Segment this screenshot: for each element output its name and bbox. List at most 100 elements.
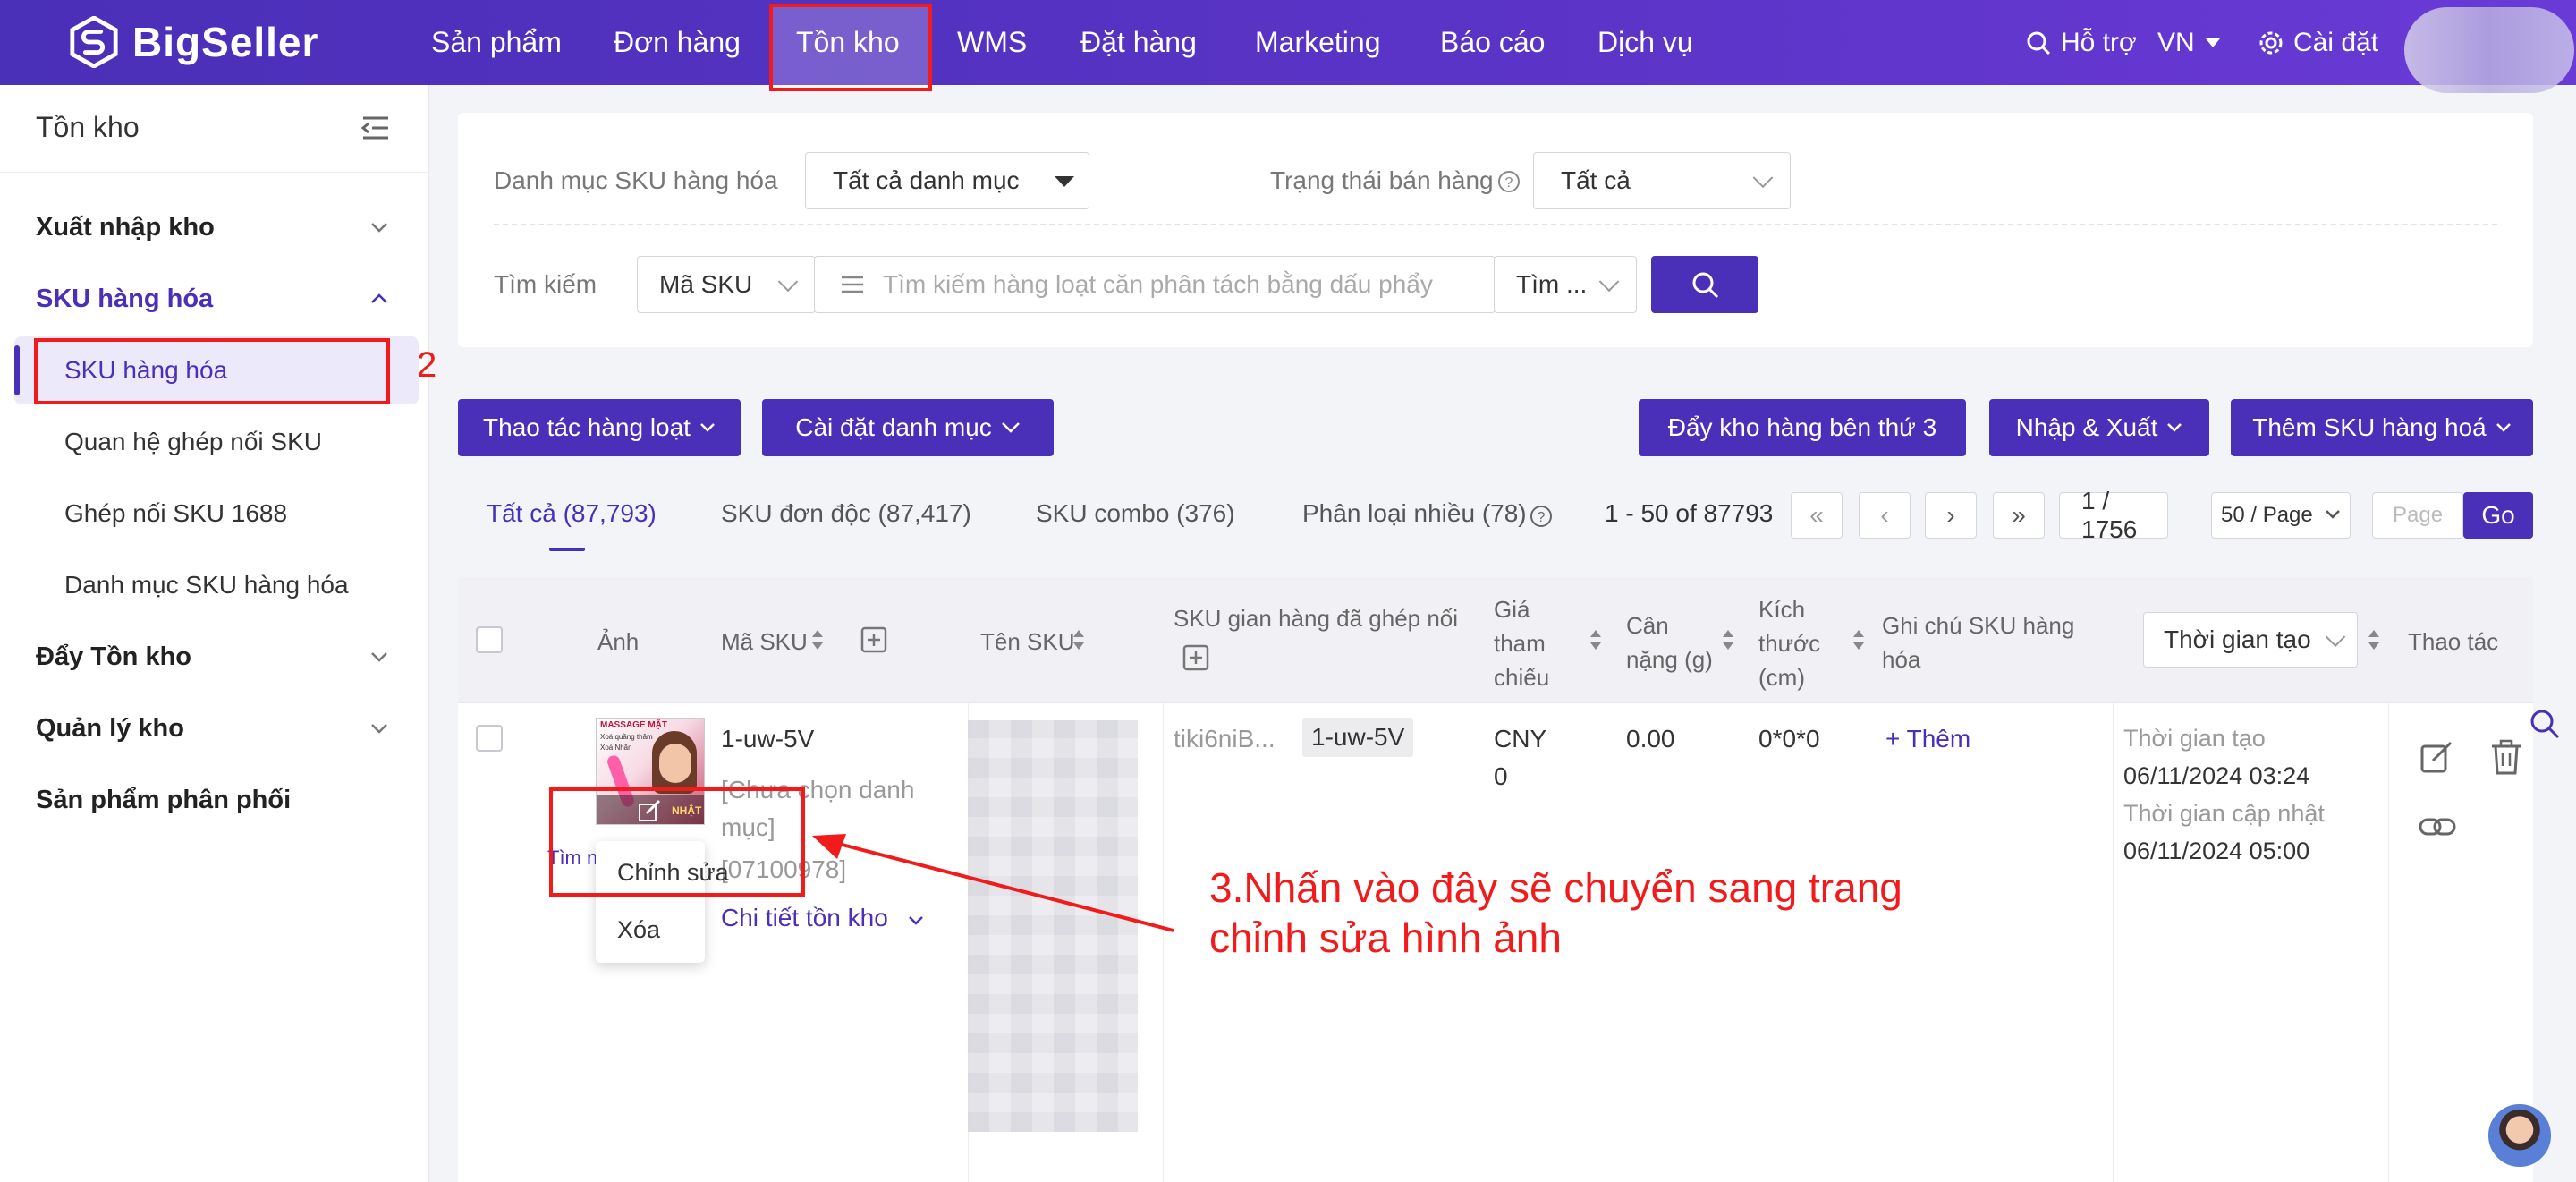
help-icon[interactable]: ? [1530,505,1553,528]
sidebar-group-san-pham-phan-phoi[interactable]: Sản phẩm phân phối [36,786,291,815]
add-sku-button[interactable]: Thêm SKU hàng hoá [2231,399,2533,456]
delete-icon[interactable] [2490,739,2522,775]
tab-multi-variant[interactable]: Phân loại nhiều (78) [1302,499,1527,528]
menu-collapse-icon[interactable] [360,115,392,141]
th-store-sku: SKU gian hàng đã ghép nối [1174,605,1459,632]
menu-item-delete[interactable]: Xóa [617,916,660,944]
plus-box-icon[interactable] [1182,644,1209,671]
search-input-placeholder: Tìm kiếm hàng loạt căn phân tách bằng dấ… [883,270,1433,298]
th-size[interactable]: Kích thước (cm) [1758,592,1820,694]
size-value: 0*0*0 [1758,725,1820,753]
edit-icon[interactable] [2419,739,2454,775]
settings-gear-icon [2259,31,2283,54]
pager-next-button[interactable]: › [1925,492,1977,539]
select-all-checkbox[interactable] [476,626,503,653]
link-icon[interactable] [2419,811,2456,843]
sort-icon[interactable] [1072,626,1086,653]
pager-prev-button[interactable]: ‹ [1859,492,1911,539]
sort-icon[interactable] [810,626,825,653]
add-note-link[interactable]: + Thêm [1885,725,1970,753]
th-weight[interactable]: Cân nặng (g) [1626,608,1713,676]
category-filter-label: Danh mục SKU hàng hóa [494,166,778,194]
chevron-down-icon [2325,626,2346,648]
sidebar-group-quan-ly-kho[interactable]: Quản lý kho [36,714,184,744]
sidebar-title: Tồn kho [36,111,140,143]
support-avatar-icon[interactable] [2488,1104,2551,1167]
page-jump-input[interactable]: Page [2372,492,2463,539]
sidebar-item-danh-muc-sku[interactable]: Danh mục SKU hàng hóa [64,571,349,600]
search-icon [2027,31,2051,55]
nav-wms[interactable]: WMS [957,0,1027,85]
category-select[interactable]: Tất cả danh mục [805,152,1089,209]
pager-range: 1 - 50 of 87793 [1605,499,1774,527]
user-account-blurred[interactable] [2404,7,2574,93]
pager-last-button[interactable]: » [1993,492,2045,539]
support-link[interactable]: Hỗ trợ [2025,0,2137,85]
add-sku-label: Thêm SKU hàng hoá [2252,413,2487,441]
language-select[interactable]: VN [2157,0,2222,85]
tab-combo-sku[interactable]: SKU combo (376) [1036,499,1235,528]
th-size-l2: thước [1758,630,1821,657]
list-icon [842,276,863,293]
search-mode-select[interactable]: Tìm ... [1494,256,1637,313]
updated-time: 06/11/2024 05:00 [2123,838,2310,864]
import-export-button[interactable]: Nhập & Xuất [1989,399,2209,456]
nav-dat-hang[interactable]: Đặt hàng [1080,0,1197,85]
logo[interactable]: BigSeller [68,14,318,70]
search-button[interactable] [1651,256,1758,313]
status-select[interactable]: Tất cả [1533,152,1791,209]
pager-first-button[interactable]: « [1791,492,1843,539]
time-column-select[interactable]: Thời gian tạo [2143,612,2358,668]
plus-box-icon[interactable] [860,626,887,653]
chevron-down-icon [1752,167,1774,189]
filter-divider [494,224,2497,225]
chevron-down-icon [1001,422,1020,433]
image-text-line2: Xoá quầng thâm [600,733,653,741]
bulk-actions-label: Thao tác hàng loạt [483,413,691,441]
row-checkbox[interactable] [476,725,503,752]
th-sku-code[interactable]: Mã SKU [721,628,808,656]
sort-icon[interactable] [1721,626,1735,653]
tab-single-sku[interactable]: SKU đơn độc (87,417) [721,499,971,528]
nav-san-pham[interactable]: Sản phẩm [431,0,562,85]
chevron-down-icon [1598,271,1620,293]
created-label: Thời gian tạo [2123,725,2266,752]
tab-all[interactable]: Tất cả (87,793) [487,499,657,528]
nav-dich-vu[interactable]: Dịch vụ [1597,0,1693,85]
sort-icon[interactable] [1852,626,1866,653]
col-divider [2388,702,2389,1182]
search-icon[interactable] [2528,707,2563,743]
caret-down-icon [1055,176,1074,187]
page-go-button[interactable]: Go [2463,492,2533,539]
settings-link[interactable]: Cài đặt [2258,0,2378,85]
sidebar-group-xuat-nhap-kho[interactable]: Xuất nhập kho [36,213,215,242]
nav-bao-cao[interactable]: Báo cáo [1440,0,1545,85]
sort-icon[interactable] [2367,626,2381,653]
search-field-select[interactable]: Mã SKU [637,256,816,313]
nav-marketing[interactable]: Marketing [1255,0,1381,85]
category-settings-button[interactable]: Cài đặt danh mục [762,399,1054,456]
pager-page-text: 1 / 1756 [2081,487,2138,543]
th-ref-price-l1: Giá [1494,596,1530,623]
logo-text: BigSeller [132,19,319,65]
search-input[interactable]: Tìm kiếm hàng loạt căn phân tách bằng dấ… [814,256,1496,313]
th-ref-price-l3: chiếu [1494,664,1550,691]
push-3pl-button[interactable]: Đẩy kho hàng bên thứ 3 [1639,399,1966,456]
category-select-value: Tất cả danh mục [833,166,1020,194]
sidebar-group-sku-hang-hoa[interactable]: SKU hàng hóa [36,285,213,314]
chevron-down-icon [2326,510,2340,519]
annotation-text-3-line1: 3.Nhấn vào đây sẽ chuyển sang trang [1209,864,1902,911]
sku-code[interactable]: 1-uw-5V [721,725,814,753]
page-size-select[interactable]: 50 / Page [2211,492,2351,539]
sidebar-item-quan-he-ghep-noi[interactable]: Quan hệ ghép nối SKU [64,428,322,456]
sidebar-group-day-ton-kho[interactable]: Đẩy Tồn kho [36,642,191,672]
annotation-box-2 [34,338,390,404]
sort-icon[interactable] [1589,626,1603,653]
help-icon[interactable]: ? [1497,170,1521,193]
th-sku-name[interactable]: Tên SKU [980,628,1075,656]
sidebar-item-ghep-noi-1688[interactable]: Ghép nối SKU 1688 [64,499,287,528]
th-ref-price[interactable]: Giá tham chiếu [1494,592,1549,694]
col-divider [2113,702,2114,1182]
nav-don-hang[interactable]: Đơn hàng [614,0,741,85]
bulk-actions-button[interactable]: Thao tác hàng loạt [458,399,741,456]
